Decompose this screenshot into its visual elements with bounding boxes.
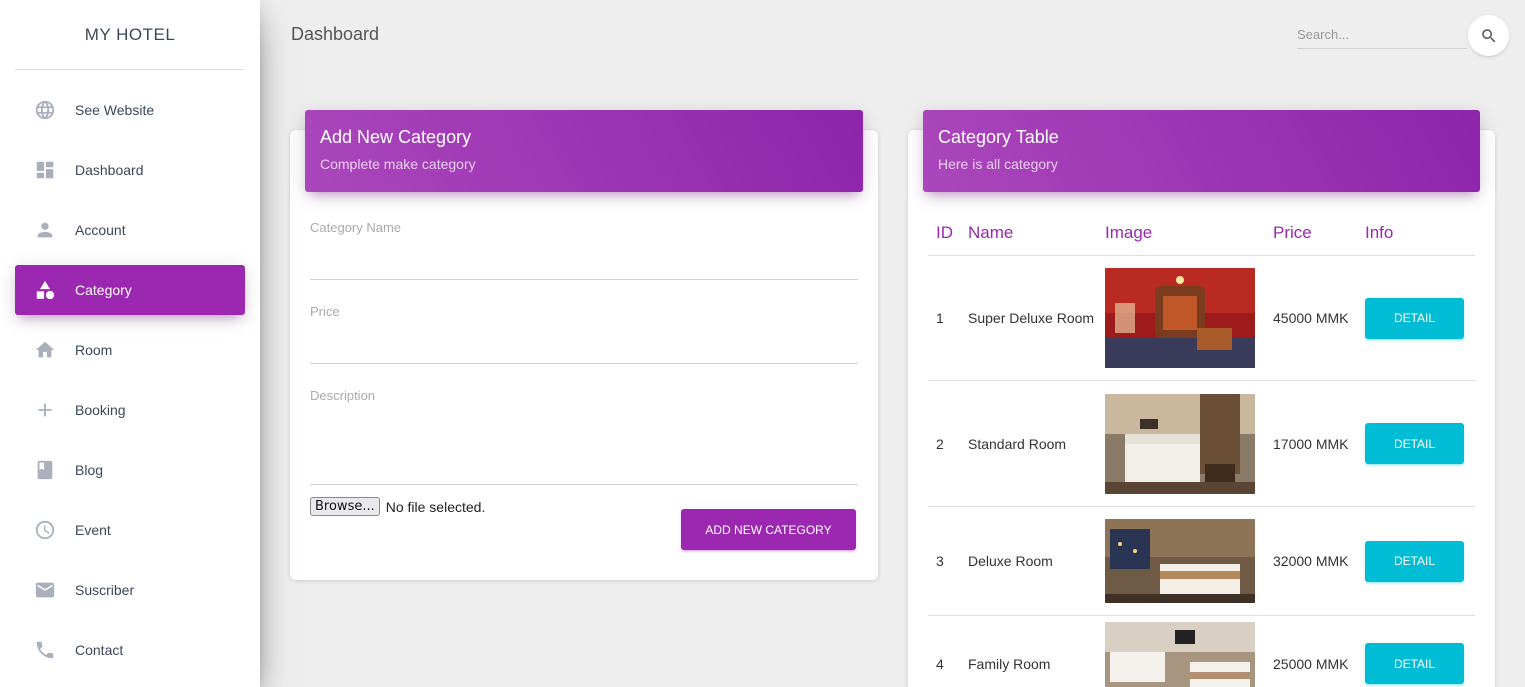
file-input: Browse... No file selected.	[310, 497, 485, 516]
card-subtitle: Here is all category	[938, 156, 1058, 172]
sidebar-item-see-website[interactable]: See Website	[15, 85, 245, 135]
row-id: 3	[936, 553, 944, 569]
plus-icon	[33, 398, 57, 422]
table-row: 2 Standard Room 17000 MMK DETAIL	[928, 381, 1475, 507]
sidebar-item-label: Event	[75, 522, 111, 538]
sidebar-item-category[interactable]: Category	[15, 265, 245, 315]
top-navbar: Dashboard	[260, 0, 1525, 70]
sidebar-item-blog[interactable]: Blog	[15, 445, 245, 495]
sidebar-item-label: See Website	[75, 102, 155, 118]
row-price: 32000 MMK	[1273, 553, 1349, 569]
add-new-category-button[interactable]: ADD NEW CATEGORY	[681, 509, 856, 550]
sidebar-item-suscriber[interactable]: Suscriber	[15, 565, 245, 615]
detail-button[interactable]: DETAIL	[1365, 540, 1464, 582]
column-header-id: ID	[936, 222, 953, 242]
card-subtitle: Complete make category	[320, 156, 476, 172]
row-price: 25000 MMK	[1273, 655, 1349, 672]
row-name: Deluxe Room	[968, 553, 1053, 569]
category-name-underline	[310, 279, 858, 280]
detail-button[interactable]: DETAIL	[1365, 643, 1464, 684]
row-name: Standard Room	[968, 435, 1067, 452]
person-icon	[33, 218, 57, 242]
sidebar-item-label: Dashboard	[75, 162, 144, 178]
price-underline	[310, 363, 858, 364]
row-id: 2	[936, 435, 944, 452]
room-image	[1105, 268, 1255, 368]
column-header-info: Info	[1365, 222, 1394, 242]
card-title: Add New Category	[320, 127, 472, 147]
row-name: Super Deluxe Room	[968, 310, 1095, 326]
sidebar-item-label: Booking	[75, 402, 126, 418]
detail-button[interactable]: DETAIL	[1365, 297, 1464, 339]
sidebar-item-label: Account	[75, 222, 126, 238]
sidebar-item-contact[interactable]: Contact	[15, 625, 245, 675]
row-id: 1	[936, 310, 944, 326]
sidebar-item-account[interactable]: Account	[15, 205, 245, 255]
category-name-label: Category Name	[310, 220, 402, 235]
row-name: Family Room	[968, 655, 1051, 672]
sidebar-item-booking[interactable]: Booking	[15, 385, 245, 435]
browse-button[interactable]: Browse...	[310, 497, 380, 516]
description-underline	[310, 484, 858, 485]
sidebar-item-event[interactable]: Event	[15, 505, 245, 555]
clock-icon	[33, 518, 57, 542]
room-image	[1105, 393, 1255, 494]
add-category-card-header: Add New Category Complete make category	[305, 110, 863, 192]
add-category-card: Add New Category Complete make category …	[290, 110, 878, 580]
dashboard-icon	[33, 158, 57, 182]
book-icon	[33, 458, 57, 482]
category-name-field[interactable]: Category Name	[310, 220, 858, 280]
sidebar-item-dashboard[interactable]: Dashboard	[15, 145, 245, 195]
category-shapes-icon	[33, 278, 57, 302]
room-image	[1105, 519, 1255, 603]
category-table-card: Category Table Here is all category ID N…	[908, 110, 1495, 687]
globe-icon	[33, 98, 57, 122]
sidebar: MY HOTEL See Website Dashboard Account C…	[0, 0, 260, 687]
table-header-row: ID Name Image Price Info	[928, 210, 1475, 256]
row-id: 4	[936, 655, 944, 672]
table-row: 1 Super Deluxe Room 45000 MMK DETAIL	[928, 256, 1475, 381]
detail-button[interactable]: DETAIL	[1365, 423, 1464, 464]
category-table: ID Name Image Price Info 1 Super Deluxe …	[928, 210, 1475, 687]
price-label: Price	[310, 304, 340, 319]
sidebar-nav: See Website Dashboard Account Category R…	[0, 70, 260, 675]
search-icon	[1481, 28, 1495, 42]
search-button[interactable]	[1468, 15, 1509, 56]
table-row: 4 Family Room 25000 MMK DETAIL	[928, 616, 1475, 687]
sidebar-item-label: Blog	[75, 462, 104, 478]
row-price: 17000 MMK	[1273, 435, 1349, 452]
description-field[interactable]: Description	[310, 388, 858, 485]
column-header-price: Price	[1273, 222, 1312, 242]
category-table-card-header: Category Table Here is all category	[923, 110, 1480, 192]
room-image	[1105, 621, 1255, 687]
mail-icon	[33, 578, 57, 602]
column-header-image: Image	[1105, 222, 1153, 242]
card-title: Category Table	[938, 127, 1059, 147]
file-status: No file selected.	[385, 498, 486, 515]
home-icon	[33, 338, 57, 362]
search-input[interactable]	[1297, 20, 1467, 49]
description-label: Description	[310, 388, 376, 403]
sidebar-item-label: Suscriber	[75, 582, 135, 598]
column-header-name: Name	[968, 222, 1014, 242]
sidebar-item-label: Room	[75, 342, 113, 358]
phone-icon	[33, 638, 57, 662]
brand-logo-text[interactable]: MY HOTEL	[15, 0, 245, 70]
sidebar-item-room[interactable]: Room	[15, 325, 245, 375]
sidebar-item-label: Category	[75, 282, 132, 298]
page-title: Dashboard	[291, 24, 380, 44]
row-price: 45000 MMK	[1273, 310, 1349, 326]
price-field[interactable]: Price	[310, 304, 858, 364]
sidebar-item-label: Contact	[75, 642, 124, 658]
table-row: 3 Deluxe Room 32000 MMK DETAIL	[928, 507, 1475, 616]
